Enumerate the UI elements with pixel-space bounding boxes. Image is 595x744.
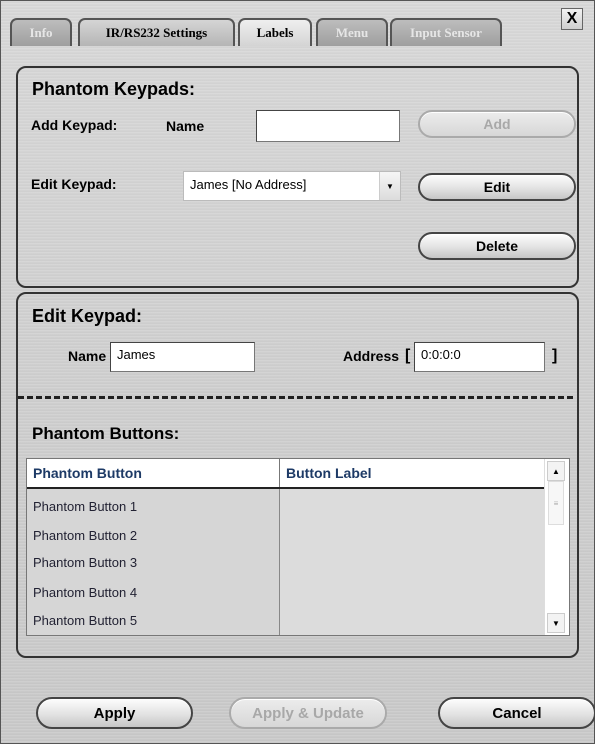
cancel-button[interactable]: Cancel: [438, 697, 595, 729]
phantom-buttons-title: Phantom Buttons:: [32, 424, 180, 443]
edit-keypad-select[interactable]: James [No Address] ▼: [183, 171, 401, 201]
tab-menu[interactable]: Menu: [316, 18, 388, 46]
tab-input-sensor[interactable]: Input Sensor: [390, 18, 502, 46]
table-row[interactable]: Phantom Button 1: [33, 499, 137, 514]
phantom-buttons-table[interactable]: Phantom Button Button Label Phantom Butt…: [26, 458, 570, 636]
edit-name-label: Name: [68, 348, 107, 364]
edit-button[interactable]: Edit: [418, 173, 576, 201]
close-button[interactable]: X: [561, 8, 583, 30]
address-input[interactable]: 0:0:0:0: [414, 342, 545, 372]
add-keypad-name-input[interactable]: [256, 110, 400, 142]
scrollbar-thumb[interactable]: ≡: [548, 481, 564, 525]
address-bracket-open: [: [405, 347, 411, 364]
table-scrollbar[interactable]: ▲ ≡ ▼: [544, 459, 569, 635]
edit-keypad-title: Edit Keypad:: [32, 306, 143, 326]
tab-labels[interactable]: Labels: [238, 18, 312, 46]
table-row[interactable]: Phantom Button 5: [33, 613, 137, 628]
address-bracket-close: ]: [552, 347, 558, 364]
table-row[interactable]: Phantom Button 2: [33, 528, 137, 543]
add-keypad-name-label: Name: [166, 118, 205, 134]
add-button[interactable]: Add: [418, 110, 576, 138]
add-keypad-label: Add Keypad:: [31, 117, 118, 133]
tab-info[interactable]: Info: [10, 18, 72, 46]
tab-ir-rs232-settings[interactable]: IR/RS232 Settings: [78, 18, 235, 46]
edit-keypad-label: Edit Keypad:: [31, 176, 117, 192]
column-header-phantom-button[interactable]: Phantom Button: [27, 459, 280, 487]
edit-name-input[interactable]: James: [110, 342, 255, 372]
apply-button[interactable]: Apply: [36, 697, 193, 729]
table-header: Phantom Button Button Label: [27, 459, 544, 489]
apply-update-button[interactable]: Apply & Update: [229, 697, 387, 729]
column-button-label-bg: [280, 489, 544, 635]
edit-keypad-select-value: James [No Address]: [190, 177, 307, 192]
arrow-down-icon[interactable]: ▼: [547, 613, 565, 633]
section-divider: [18, 396, 573, 399]
chevron-down-icon[interactable]: ▼: [379, 172, 400, 200]
delete-button[interactable]: Delete: [418, 232, 576, 260]
table-row[interactable]: Phantom Button 4: [33, 585, 137, 600]
arrow-up-icon[interactable]: ▲: [547, 461, 565, 481]
table-row[interactable]: Phantom Button 3: [33, 555, 137, 570]
close-icon: X: [566, 10, 578, 27]
table-body: Phantom Button 1 Phantom Button 2 Phanto…: [27, 489, 544, 635]
address-label: Address: [343, 348, 400, 364]
column-header-button-label[interactable]: Button Label: [280, 459, 544, 487]
phantom-keypads-title: Phantom Keypads:: [32, 79, 196, 99]
